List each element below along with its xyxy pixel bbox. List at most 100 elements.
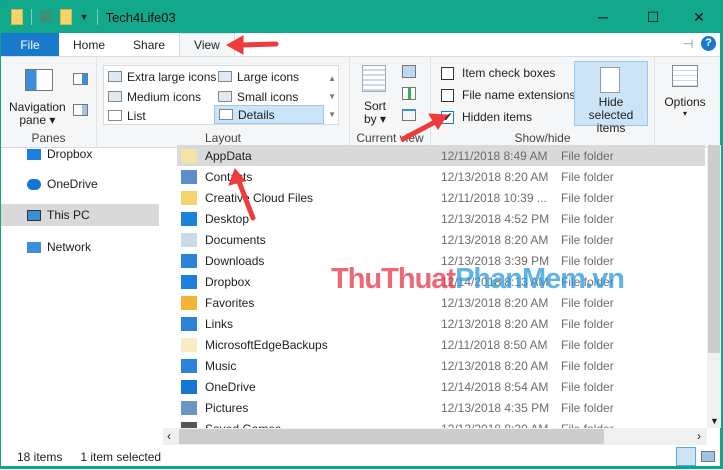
details-view-icon[interactable]	[676, 447, 696, 466]
layout-gallery: Extra large icons Large icons Medium ico…	[103, 65, 339, 125]
file-type: File folder	[561, 232, 614, 247]
layout-group: Extra large icons Large icons Medium ico…	[97, 57, 350, 148]
watermark: ThuThuatPhanMem.vn	[331, 263, 625, 295]
sort-by-icon	[362, 65, 386, 92]
file-name: Creative Cloud Files	[205, 190, 314, 205]
item-count: 18 items	[17, 449, 63, 464]
file-row[interactable]: AppData 12/11/2018 8:49 AM File folder	[177, 145, 705, 166]
scroll-thumb[interactable]	[708, 145, 720, 353]
file-row[interactable]: Documents 12/13/2018 8:20 AM File folder	[177, 229, 705, 250]
onedrive-icon	[27, 178, 41, 190]
nav-item-this-pc[interactable]: This PC	[1, 204, 159, 226]
file-date: 12/13/2018 4:52 PM	[441, 211, 550, 226]
add-columns-icon[interactable]	[402, 87, 416, 100]
file-row[interactable]: OneDrive 12/14/2018 8:54 AM File folder	[177, 376, 705, 397]
layout-item-label: Large icons	[237, 69, 300, 84]
navigation-pane-icon	[25, 69, 53, 91]
layout-details[interactable]: Details	[214, 105, 324, 124]
folder-icon	[181, 316, 197, 331]
hide-selected-items-button[interactable]: Hide selected items	[574, 61, 648, 135]
gallery-scroll[interactable]: ▲ ▼ ▼	[328, 70, 336, 124]
hide-page-icon	[600, 67, 620, 93]
folder-icon	[181, 337, 197, 352]
options-label: Options	[664, 95, 706, 109]
scroll-right-icon[interactable]: ›	[697, 429, 701, 443]
tab-view[interactable]: View	[179, 33, 235, 56]
file-date: 12/11/2018 8:50 AM	[441, 337, 548, 352]
sort-label2: by ▾	[364, 112, 387, 126]
navigation-pane-button[interactable]: Navigation pane ▾	[9, 101, 66, 127]
horizontal-scrollbar[interactable]: ‹ ›	[163, 428, 707, 445]
file-date: 12/13/2018 8:20 AM	[441, 169, 549, 184]
tab-home[interactable]: Home	[59, 33, 119, 56]
large-icons-view-icon[interactable]	[701, 451, 715, 462]
file-type: File folder	[561, 316, 614, 331]
options-icon	[672, 65, 698, 87]
file-row[interactable]: Pictures 12/13/2018 4:35 PM File folder	[177, 397, 705, 418]
file-row[interactable]: Creative Cloud Files 12/11/2018 10:39 ...…	[177, 187, 705, 208]
file-type: File folder	[561, 358, 614, 373]
item-check-boxes-checkbox[interactable]: Item check boxes	[441, 66, 555, 80]
properties-icon[interactable]: ☑	[40, 9, 52, 25]
close-button[interactable]: ✕	[676, 1, 722, 33]
file-row[interactable]: Links 12/13/2018 8:20 AM File folder	[177, 313, 705, 334]
file-row[interactable]: Contacts 12/13/2018 8:20 AM File folder	[177, 166, 705, 187]
file-row[interactable]: MicrosoftEdgeBackups 12/11/2018 8:50 AM Fi…	[177, 334, 705, 355]
layout-item-label: List	[127, 108, 146, 123]
file-row[interactable]: Music 12/13/2018 8:20 AM File folder	[177, 355, 705, 376]
layout-item-label: Details	[238, 107, 275, 122]
nav-item-network[interactable]: Network	[1, 236, 159, 258]
nav-item-dropbox[interactable]: Dropbox	[1, 143, 159, 165]
file-date: 12/13/2018 8:20 AM	[441, 358, 549, 373]
layout-list[interactable]: List	[104, 106, 146, 125]
layout-extra-large-icons[interactable]: Extra large icons	[104, 67, 216, 86]
file-row[interactable]: Saved Games12/13/2018 8:20 AMFile folder	[177, 418, 705, 428]
file-type: File folder	[561, 337, 614, 352]
sort-by-button[interactable]: Sort by ▾	[364, 100, 386, 126]
file-date: 12/13/2018 8:20 AM	[441, 232, 549, 247]
scroll-down-icon[interactable]: ▼	[710, 416, 719, 426]
details-pane-icon[interactable]	[73, 104, 88, 116]
nav-item-onedrive[interactable]: OneDrive	[1, 173, 159, 195]
group-by-icon[interactable]	[402, 65, 416, 78]
pin-ribbon-icon[interactable]: ⊣	[683, 37, 693, 51]
preview-pane-icon[interactable]	[73, 73, 88, 85]
file-name: Documents	[205, 232, 266, 247]
options-button[interactable]: Options ▾	[661, 65, 709, 118]
scroll-left-icon[interactable]: ‹	[167, 429, 171, 443]
layout-large-icons[interactable]: Large icons	[214, 67, 299, 86]
file-name: Pictures	[205, 400, 249, 415]
file-type: File folder	[561, 169, 614, 184]
new-folder-icon[interactable]	[59, 9, 72, 25]
file-name-extensions-checkbox[interactable]: File name extensions	[441, 88, 575, 102]
file-type: File folder	[561, 148, 614, 163]
file-row[interactable]: Desktop 12/13/2018 4:52 PM File folder	[177, 208, 705, 229]
customize-qat-icon[interactable]: ▼	[80, 12, 89, 22]
window-title: Tech4Life03	[105, 9, 176, 25]
checkmark-icon: ✔	[441, 109, 454, 124]
hidden-items-checkbox[interactable]: ✔ Hidden items	[441, 110, 532, 124]
folder-icon	[181, 190, 197, 205]
nav-pane-label2: pane ▾	[19, 113, 56, 127]
folder-icon	[181, 379, 197, 394]
tab-file[interactable]: File	[1, 33, 59, 56]
help-icon[interactable]: ?	[701, 36, 716, 51]
file-date: 12/11/2018 10:39 ...	[441, 190, 547, 205]
file-type: File folder	[561, 400, 614, 415]
scroll-thumb[interactable]	[179, 429, 604, 444]
folder-icon	[181, 274, 197, 289]
folder-icon	[11, 9, 23, 25]
tab-share[interactable]: Share	[119, 33, 179, 56]
maximize-button[interactable]: ☐	[630, 1, 676, 33]
vertical-scrollbar[interactable]: ▼	[707, 145, 721, 428]
file-name: Contacts	[205, 169, 253, 184]
minimize-button[interactable]: ─	[580, 1, 626, 33]
file-date: 12/13/2018 4:35 PM	[441, 400, 550, 415]
file-type: File folder	[561, 295, 614, 310]
checkbox-label: Item check boxes	[462, 66, 556, 80]
layout-medium-icons[interactable]: Medium icons	[104, 87, 201, 106]
dropbox-icon	[27, 148, 41, 160]
size-columns-icon[interactable]	[402, 109, 416, 121]
layout-small-icons[interactable]: Small icons	[214, 87, 298, 106]
file-date: 12/13/2018 8:20 AM	[441, 295, 549, 310]
